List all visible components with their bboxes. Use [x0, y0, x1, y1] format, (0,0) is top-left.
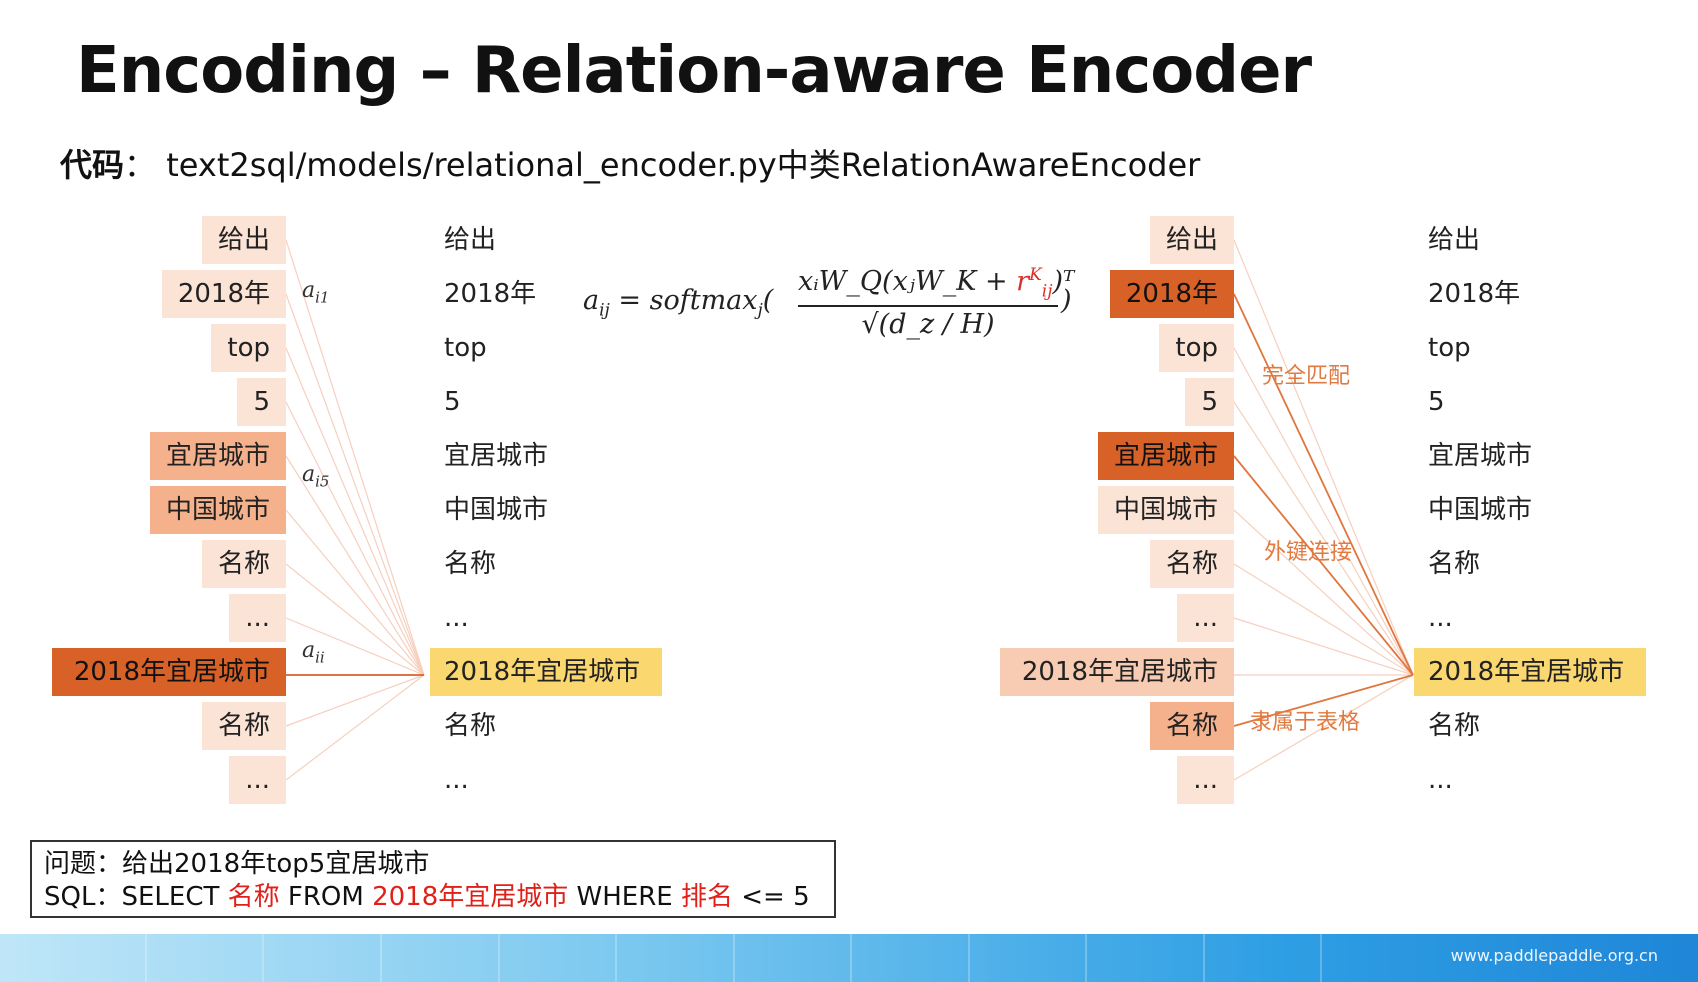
left-output-token: 中国城市 [444, 495, 549, 525]
attention-label-i5: ai5 [302, 462, 330, 491]
right-input-token: 2018年 [1109, 270, 1234, 318]
right-output-token: 宜居城市 [1428, 441, 1533, 471]
left-input-token: 名称 [201, 540, 286, 588]
relation-label-foreign-key: 外键连接 [1264, 540, 1353, 565]
left-input-token: 2018年宜居城市 [52, 648, 286, 696]
relation-label-belongs-to-table: 隶属于表格 [1250, 710, 1361, 735]
left-output-token: 名称 [444, 549, 497, 579]
left-output-token: top [444, 333, 487, 363]
left-input-token: 给出 [201, 216, 286, 264]
right-input-token: 宜居城市 [1097, 432, 1234, 480]
sql-line: SQL：SELECT 名称 FROM 2018年宜居城市 WHERE 排名 <=… [44, 882, 810, 912]
question-sql-box: 问题：给出2018年top5宜居城市 SQL：SELECT 名称 FROM 20… [30, 840, 836, 918]
left-attention-edges [285, 239, 425, 781]
left-input-token: top [211, 324, 286, 372]
right-relation-edges [1233, 239, 1414, 781]
right-output-token-target: 2018年宜居城市 [1414, 648, 1646, 696]
right-input-token: 5 [1185, 378, 1234, 426]
right-output-token: ... [1428, 603, 1453, 633]
left-output-token: 2018年 [444, 279, 537, 309]
footer-url[interactable]: www.paddlepaddle.org.cn [1451, 946, 1658, 965]
left-output-token: 5 [444, 387, 461, 417]
formula-fraction: xᵢW_Q(xⱼW_K + rKij)ᵀ √(d_z / H) [798, 265, 1074, 341]
left-output-token: 给出 [444, 225, 497, 255]
left-input-token: 2018年 [161, 270, 286, 318]
left-input-token: 中国城市 [149, 486, 286, 534]
right-input-token: ... [1177, 756, 1234, 804]
left-input-token: 5 [237, 378, 286, 426]
left-input-token: ... [229, 756, 286, 804]
attention-formula: aij = softmaxj( xᵢW_Q(xⱼW_K + rKij)ᵀ √(d… [583, 265, 1075, 341]
formula-denominator: √(d_z / H) [861, 309, 995, 341]
attention-label-ii: aii [302, 638, 325, 667]
formula-numerator: xᵢW_Q(xⱼW_K + rKij)ᵀ [798, 265, 1074, 308]
left-output-token: 名称 [444, 711, 497, 741]
right-output-token: top [1428, 333, 1471, 363]
right-output-token: 名称 [1428, 549, 1481, 579]
left-output-token-target: 2018年宜居城市 [430, 648, 662, 696]
right-output-token: 名称 [1428, 711, 1481, 741]
right-output-token: 2018年 [1428, 279, 1521, 309]
right-input-token: 2018年宜居城市 [1000, 648, 1234, 696]
footer-bar: www.paddlepaddle.org.cn [0, 934, 1698, 982]
left-output-token: 宜居城市 [444, 441, 549, 471]
question-line: 问题：给出2018年top5宜居城市 [44, 849, 430, 879]
right-input-token: 给出 [1149, 216, 1234, 264]
left-input-token: ... [229, 594, 286, 642]
left-output-token: ... [444, 603, 469, 633]
right-output-token: 给出 [1428, 225, 1481, 255]
right-input-token: 名称 [1149, 702, 1234, 750]
left-output-token: ... [444, 765, 469, 795]
left-input-token: 宜居城市 [149, 432, 286, 480]
right-input-token: top [1159, 324, 1234, 372]
right-input-token: 名称 [1149, 540, 1234, 588]
relation-label-exact-match: 完全匹配 [1262, 364, 1351, 389]
right-input-token: 中国城市 [1097, 486, 1234, 534]
attention-label-i1: ai1 [302, 278, 330, 307]
left-input-token: 名称 [201, 702, 286, 750]
right-output-token: 中国城市 [1428, 495, 1533, 525]
right-input-token: ... [1177, 594, 1234, 642]
right-output-token: ... [1428, 765, 1453, 795]
right-output-token: 5 [1428, 387, 1445, 417]
